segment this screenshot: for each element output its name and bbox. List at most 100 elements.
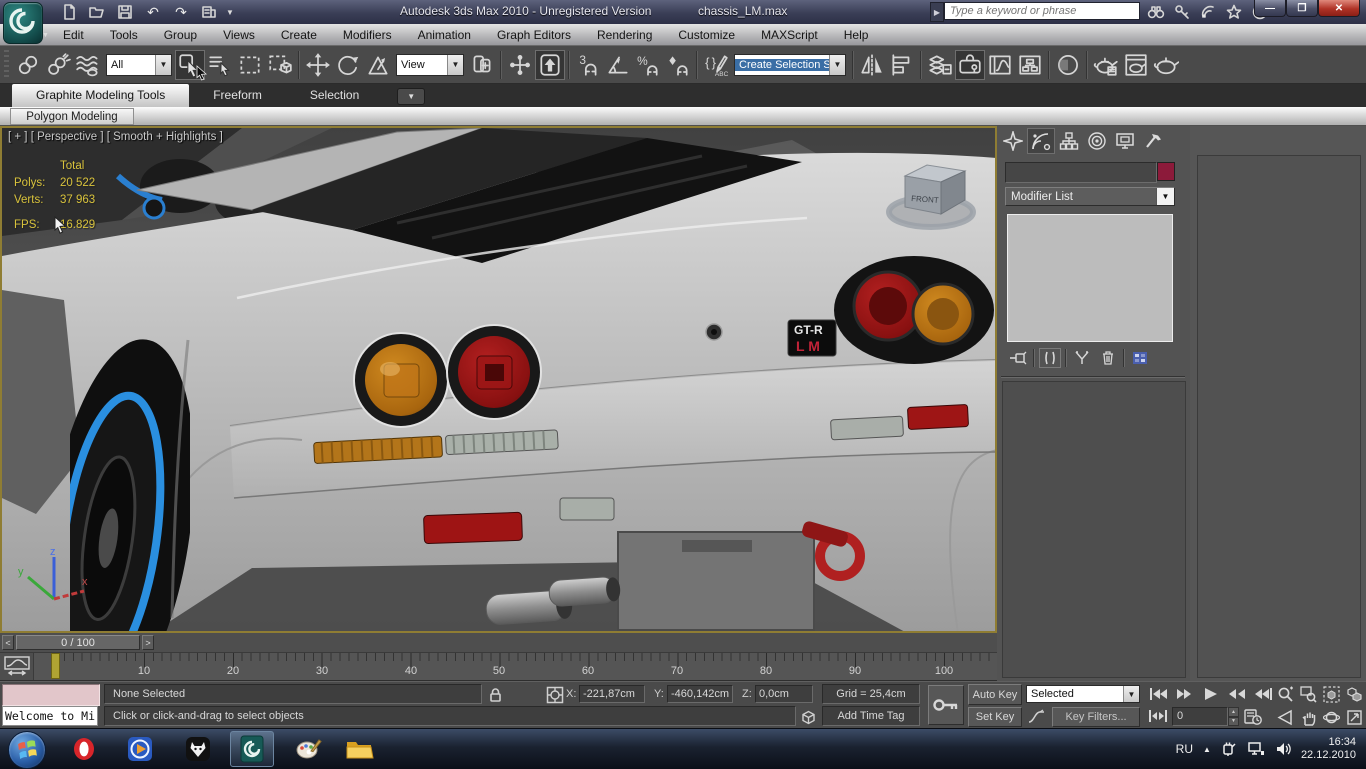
spinner-snap-toggle-icon[interactable] <box>663 50 693 80</box>
isolate-cube-icon[interactable] <box>800 709 817 726</box>
menu-modifiers[interactable]: Modifiers <box>330 24 405 46</box>
select-and-manipulate-icon[interactable] <box>505 50 535 80</box>
object-name-field[interactable] <box>1005 162 1157 183</box>
ribbon-tab-selection[interactable]: Selection <box>286 84 383 107</box>
tab-create-icon[interactable] <box>999 128 1027 154</box>
use-pivot-point-icon[interactable] <box>467 50 497 80</box>
tab-motion-icon[interactable] <box>1083 128 1111 154</box>
key-mode-dropdown[interactable]: Selected▼ <box>1026 685 1140 703</box>
track-bar-ruler[interactable]: 0 10 20 30 40 50 60 70 80 90 100 <box>33 653 997 680</box>
viewcube[interactable]: FRONT <box>875 148 987 236</box>
layer-manager-icon[interactable] <box>925 50 955 80</box>
set-keys-button[interactable] <box>928 685 964 725</box>
taskbar-3dsmax-icon[interactable] <box>230 731 274 767</box>
dropdown-arrow-icon[interactable]: ▼ <box>1156 188 1174 205</box>
field-of-view-icon[interactable] <box>1274 707 1297 727</box>
dropdown-arrow-icon[interactable]: ▼ <box>829 55 845 75</box>
open-file-button[interactable] <box>86 2 108 22</box>
select-and-rotate-icon[interactable] <box>333 50 363 80</box>
taskbar-explorer-icon[interactable] <box>338 731 382 767</box>
frame-spinner[interactable]: ▲▼ <box>1228 707 1239 726</box>
ribbon-minimize-arrow-icon[interactable]: ▼ <box>397 88 425 105</box>
window-crossing-toggle-icon[interactable] <box>265 50 295 80</box>
zoom-icon[interactable] <box>1274 684 1297 704</box>
configure-modifier-sets-icon[interactable] <box>1129 348 1151 368</box>
volume-icon[interactable] <box>1275 741 1291 757</box>
viewport-canvas[interactable]: GT-R L M <box>2 128 997 633</box>
show-end-result-icon[interactable] <box>1039 348 1061 368</box>
time-configuration-icon[interactable] <box>1244 708 1262 726</box>
absolute-mode-toggle-icon[interactable] <box>546 686 564 704</box>
language-indicator[interactable]: RU <box>1176 742 1193 756</box>
play-button-icon[interactable] <box>1198 684 1224 704</box>
pin-stack-icon[interactable] <box>1007 348 1029 368</box>
render-production-icon[interactable] <box>1151 50 1181 80</box>
taskbar-mediaplayer-icon[interactable] <box>118 731 162 767</box>
new-file-button[interactable] <box>58 2 80 22</box>
menu-tools[interactable]: Tools <box>97 24 151 46</box>
minimize-button[interactable]: — <box>1254 0 1286 17</box>
previous-frame-arrow[interactable]: < <box>2 635 14 650</box>
angle-snap-toggle-icon[interactable] <box>603 50 633 80</box>
add-time-tag[interactable]: Add Time Tag <box>822 706 920 726</box>
y-coord-field[interactable]: -460,142cm <box>667 685 733 703</box>
mirror-icon[interactable] <box>857 50 887 80</box>
orbit-icon[interactable] <box>1320 707 1343 727</box>
menu-customize[interactable]: Customize <box>665 24 748 46</box>
ribbon-tab-graphite[interactable]: Graphite Modeling Tools <box>12 84 189 107</box>
taskbar-paint-icon[interactable] <box>286 731 330 767</box>
menu-rendering[interactable]: Rendering <box>584 24 665 46</box>
material-editor-icon[interactable] <box>1053 50 1083 80</box>
menu-views[interactable]: Views <box>210 24 268 46</box>
maximize-viewport-toggle-icon[interactable] <box>1343 707 1366 727</box>
tray-expand-icon[interactable]: ▲ <box>1203 745 1211 754</box>
pan-hand-icon[interactable] <box>1297 707 1320 727</box>
go-to-end-icon[interactable] <box>1250 684 1276 704</box>
named-selection-sets-dropdown[interactable]: Create Selection Se▼ <box>734 54 846 76</box>
taskbar-opera-icon[interactable] <box>62 731 106 767</box>
graphite-modeling-ribbon-toggle[interactable] <box>955 50 985 80</box>
maxscript-mini-listener[interactable]: Welcome to Mi <box>2 706 98 726</box>
communication-center-icon[interactable] <box>1197 2 1219 22</box>
save-button[interactable] <box>114 2 136 22</box>
zoom-extents-icon[interactable] <box>1320 684 1343 704</box>
dropdown-arrow-icon[interactable]: ▼ <box>1123 686 1139 702</box>
menu-help[interactable]: Help <box>831 24 882 46</box>
menu-create[interactable]: Create <box>268 24 330 46</box>
search-input[interactable] <box>944 2 1140 20</box>
make-unique-icon[interactable] <box>1071 348 1093 368</box>
schematic-view-icon[interactable] <box>1015 50 1045 80</box>
qat-customize-arrow[interactable]: ▼ <box>226 8 234 17</box>
modifier-list-dropdown[interactable]: Modifier List ▼ <box>1005 187 1175 206</box>
search-binoculars-icon[interactable] <box>1145 2 1167 22</box>
redo-button[interactable]: ↷ <box>170 2 192 22</box>
keyboard-shortcut-override-button[interactable] <box>535 50 565 80</box>
polygon-modeling-panel-label[interactable]: Polygon Modeling <box>10 108 134 125</box>
bind-to-space-warp-icon[interactable] <box>73 50 103 80</box>
tab-modify-icon[interactable] <box>1027 128 1055 154</box>
go-to-start-icon[interactable] <box>1146 684 1172 704</box>
select-and-move-icon[interactable] <box>303 50 333 80</box>
select-by-name-icon[interactable] <box>205 50 235 80</box>
close-button[interactable]: ✕ <box>1318 0 1360 17</box>
menu-group[interactable]: Group <box>151 24 210 46</box>
rendered-frame-window-icon[interactable] <box>1121 50 1151 80</box>
track-bar[interactable]: 0 10 20 30 40 50 60 70 80 90 100 <box>0 653 997 681</box>
ribbon-tab-freeform[interactable]: Freeform <box>189 84 286 107</box>
rollout-area[interactable] <box>1002 381 1186 678</box>
select-and-link-icon[interactable] <box>13 50 43 80</box>
restore-button[interactable]: ❐ <box>1286 0 1318 17</box>
selection-lock-icon[interactable] <box>488 687 503 703</box>
tab-display-icon[interactable] <box>1111 128 1139 154</box>
application-menu-logo[interactable] <box>3 2 43 44</box>
curve-editor-icon[interactable] <box>985 50 1015 80</box>
menu-maxscript[interactable]: MAXScript <box>748 24 831 46</box>
remove-modifier-icon[interactable] <box>1097 348 1119 368</box>
rectangular-selection-region-icon[interactable] <box>235 50 265 80</box>
next-frame-icon[interactable] <box>1224 684 1250 704</box>
time-slider-handle[interactable]: 0 / 100 <box>16 635 140 650</box>
viewport-label[interactable]: [ + ] [ Perspective ] [ Smooth + Highlig… <box>8 131 223 143</box>
previous-frame-icon[interactable] <box>1172 684 1198 704</box>
set-key-button[interactable]: Set Key <box>968 707 1022 727</box>
select-object-button[interactable] <box>175 50 205 80</box>
